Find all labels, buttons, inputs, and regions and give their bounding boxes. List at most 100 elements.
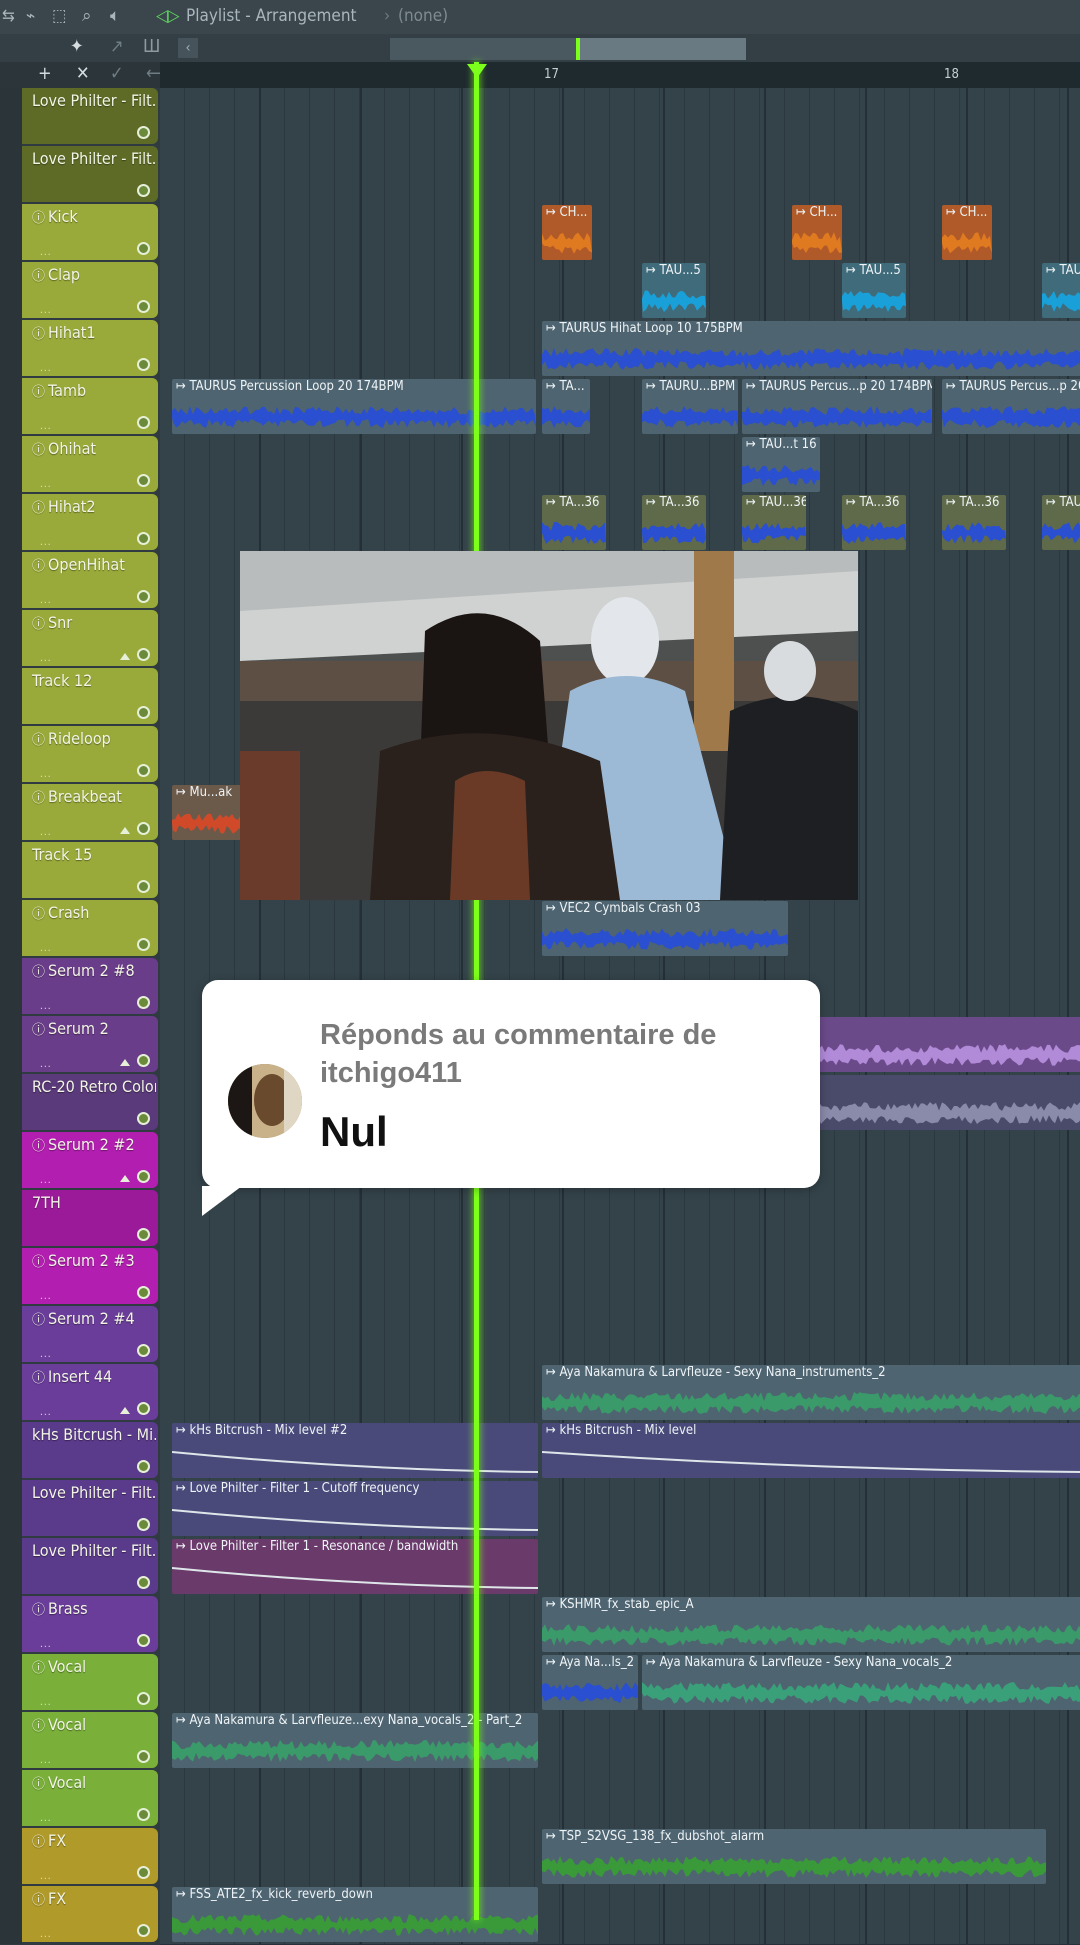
playlist-clip[interactable]: ↦ Aya Na...ls_2	[542, 1655, 638, 1710]
collapse-triangle-icon[interactable]	[120, 1059, 130, 1066]
track-info-icon[interactable]: ⓘ	[32, 1603, 45, 1618]
collapse-triangle-icon[interactable]	[120, 1175, 130, 1182]
playlist-clip[interactable]: ↦ TAURUS Percus...p 20 174BPM	[742, 379, 932, 434]
track-header[interactable]: kHs Bitcrush - Mi...	[22, 1422, 158, 1478]
collapse-triangle-icon[interactable]	[120, 827, 130, 834]
track-header[interactable]: ⓘ Vocal...	[22, 1654, 158, 1710]
track-mute-led[interactable]	[137, 1402, 150, 1415]
track-more-icon[interactable]: ...	[40, 1813, 52, 1824]
track-more-icon[interactable]: ...	[40, 1059, 52, 1070]
track-mute-led[interactable]	[137, 532, 150, 545]
playlist-clip[interactable]: ↦ CH...	[542, 205, 592, 260]
track-header[interactable]: ⓘ Vocal...	[22, 1770, 158, 1826]
track-mute-led[interactable]	[137, 1054, 150, 1067]
magnet-icon[interactable]: ⌁	[26, 6, 35, 26]
track-lane[interactable]: ↦ TAURUS Percussion Loop 20 174BPM ↦ TA..…	[160, 378, 1080, 437]
track-lane[interactable]: ↦ VEC2 Cymbals Crash 03	[160, 900, 1080, 959]
track-info-icon[interactable]: ⓘ	[32, 1371, 45, 1386]
playlist-clip[interactable]	[780, 1017, 1080, 1072]
playlist-clip[interactable]: ↦ TA...36	[642, 495, 706, 550]
track-header[interactable]: ⓘ Serum 2 #2...	[22, 1132, 158, 1188]
track-header[interactable]: ⓘ Tamb...	[22, 378, 158, 434]
track-mute-led[interactable]	[137, 1170, 150, 1183]
track-lane[interactable]: ↦ KSHMR_fx_stab_epic_A	[160, 1596, 1080, 1655]
playlist-clip[interactable]: ↦ VEC2 Cymbals Crash 03	[542, 901, 788, 956]
track-mute-led[interactable]	[137, 126, 150, 139]
track-more-icon[interactable]: ...	[40, 1929, 52, 1940]
track-lane[interactable]: ↦ TAU...t 16	[160, 436, 1080, 495]
playlist-arrows-icon[interactable]: ◁▷	[156, 6, 180, 26]
track-header[interactable]: Love Philter - Filt...	[22, 88, 158, 144]
track-mute-led[interactable]	[137, 242, 150, 255]
track-mute-led[interactable]	[137, 996, 150, 1009]
track-more-icon[interactable]: ...	[40, 653, 52, 664]
track-mute-led[interactable]	[137, 1692, 150, 1705]
scroll-left-button[interactable]: ‹	[178, 38, 198, 58]
track-header[interactable]: ⓘ Hihat2...	[22, 494, 158, 550]
track-lane[interactable]	[160, 1770, 1080, 1829]
track-info-icon[interactable]: ⓘ	[32, 733, 45, 748]
collapse-triangle-icon[interactable]	[120, 1407, 130, 1414]
track-more-icon[interactable]: ...	[40, 537, 52, 548]
track-more-icon[interactable]: ...	[40, 421, 52, 432]
check-icon[interactable]: ✓	[110, 63, 124, 84]
track-more-icon[interactable]: ...	[40, 827, 52, 838]
track-info-icon[interactable]: ⓘ	[32, 1893, 45, 1908]
playlist-clip[interactable]: ↦ CH...	[792, 205, 842, 260]
playlist-clip[interactable]: ↦ TAU...t 16	[742, 437, 820, 492]
track-info-icon[interactable]: ⓘ	[32, 617, 45, 632]
track-info-icon[interactable]: ⓘ	[32, 1835, 45, 1850]
playlist-clip[interactable]: ↦ TAURUS Percussion Loop 20 174BPM	[172, 379, 536, 434]
track-info-icon[interactable]: ⓘ	[32, 965, 45, 980]
track-info-icon[interactable]: ⓘ	[32, 907, 45, 922]
track-mute-led[interactable]	[137, 764, 150, 777]
track-lane[interactable]: ↦ Aya Nakamura & Larvfleuze - Sexy Nana_…	[160, 1364, 1080, 1423]
track-info-icon[interactable]: ⓘ	[32, 269, 45, 284]
playlist-clip[interactable]: ↦ TAURU...BPM	[642, 379, 738, 434]
track-more-icon[interactable]: ...	[40, 1175, 52, 1186]
track-mute-led[interactable]	[137, 1634, 150, 1647]
playlist-clip[interactable]: ↦ TAU...5	[642, 263, 706, 318]
nav-arrows-icon[interactable]: ⇆	[2, 6, 15, 26]
playlist-clip[interactable]: ↦ TAU...	[1042, 495, 1080, 550]
pattern-selector[interactable]: (none)	[398, 6, 448, 26]
track-info-icon[interactable]: ⓘ	[32, 1255, 45, 1270]
track-lane[interactable]	[160, 88, 1080, 147]
playlist-clip[interactable]: ↦ TA...	[542, 379, 590, 434]
delete-icon[interactable]: ✕	[76, 63, 90, 84]
track-more-icon[interactable]: ...	[40, 943, 52, 954]
track-more-icon[interactable]: ...	[40, 1871, 52, 1882]
track-header[interactable]: ⓘ Insert 44...	[22, 1364, 158, 1420]
track-mute-led[interactable]	[137, 1228, 150, 1241]
track-mute-led[interactable]	[137, 938, 150, 951]
playlist-clip[interactable]: ↦ TAU...36	[742, 495, 806, 550]
track-info-icon[interactable]: ⓘ	[32, 559, 45, 574]
track-info-icon[interactable]: ⓘ	[32, 1777, 45, 1792]
snap-icon[interactable]: ✦	[70, 36, 84, 57]
track-more-icon[interactable]: ...	[40, 247, 52, 258]
track-mute-led[interactable]	[137, 300, 150, 313]
track-more-icon[interactable]: ...	[40, 1407, 52, 1418]
zoom-icon[interactable]: ⌕	[82, 6, 92, 26]
track-info-icon[interactable]: ⓘ	[32, 385, 45, 400]
playlist-clip[interactable]: ↦ TA...36	[542, 495, 606, 550]
track-mute-led[interactable]	[137, 706, 150, 719]
track-lane[interactable]: ↦ Love Philter - Filter 1 - Cutoff frequ…	[160, 1480, 1080, 1539]
track-mute-led[interactable]	[137, 184, 150, 197]
track-header[interactable]: ⓘ Kick...	[22, 204, 158, 260]
track-mute-led[interactable]	[137, 590, 150, 603]
track-header[interactable]: ⓘ Crash...	[22, 900, 158, 956]
track-info-icon[interactable]: ⓘ	[32, 327, 45, 342]
playlist-clip[interactable]: ↦ Aya Nakamura & Larvfleuze...exy Nana_v…	[172, 1713, 538, 1768]
draw-icon[interactable]: ↗	[110, 36, 124, 57]
track-info-icon[interactable]: ⓘ	[32, 791, 45, 806]
track-header[interactable]: ⓘ Serum 2 #3...	[22, 1248, 158, 1304]
track-mute-led[interactable]	[137, 1518, 150, 1531]
track-lane[interactable]: ↦ TA...36 ↦ TA...36 ↦ TAU...36 ↦ TA...36 ↦ T…	[160, 494, 1080, 553]
playlist-clip[interactable]: ↦ Love Philter - Filter 1 - Resonance / …	[172, 1539, 538, 1594]
track-more-icon[interactable]: ...	[40, 1291, 52, 1302]
playlist-clip[interactable]: ↦ TAURUS Percus...p 20 174BPM	[942, 379, 1080, 434]
track-header[interactable]: Track 15	[22, 842, 158, 898]
playlist-clip[interactable]: ↦ kHs Bitcrush - Mix level	[542, 1423, 1080, 1478]
track-header[interactable]: Love Philter - Filt...	[22, 1538, 158, 1594]
